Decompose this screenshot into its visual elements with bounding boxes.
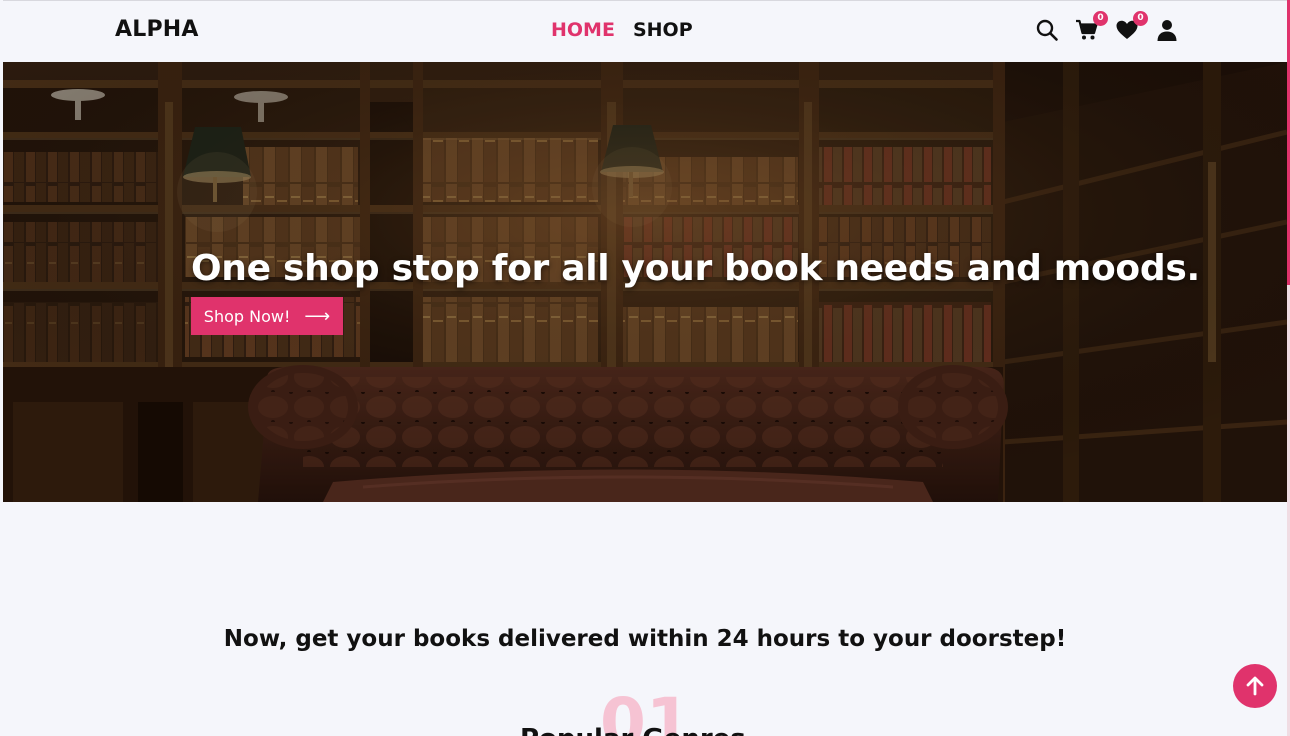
hero-title: One shop stop for all your book needs an…	[191, 248, 1200, 290]
user-icon[interactable]	[1155, 18, 1179, 42]
hero-banner: One shop stop for all your book needs an…	[3, 62, 1287, 502]
arrow-up-icon	[1246, 676, 1264, 696]
nav-shop-link[interactable]: SHOP	[633, 19, 693, 41]
shop-now-label: Shop Now!	[203, 306, 291, 326]
search-icon[interactable]	[1035, 18, 1059, 42]
nav-home-link[interactable]: HOME	[551, 19, 615, 41]
delivery-message: Now, get your books delivered within 24 …	[223, 626, 1067, 652]
nav-icons: 0 0	[1035, 11, 1179, 42]
cart-count-badge: 0	[1093, 11, 1108, 26]
heart-icon[interactable]: 0	[1115, 11, 1148, 42]
wishlist-count-badge: 0	[1133, 11, 1148, 26]
back-to-top-button[interactable]	[1233, 664, 1277, 708]
main-nav: HOME SHOP	[551, 19, 693, 41]
section-heading: Popular Genres	[520, 724, 746, 736]
arrow-right-icon: ⟶	[304, 305, 331, 327]
brand-logo[interactable]: ALPHA	[115, 17, 199, 42]
cart-icon[interactable]: 0	[1075, 11, 1108, 42]
shop-now-button[interactable]: Shop Now! ⟶	[191, 297, 343, 335]
navbar: ALPHA HOME SHOP 0 0	[3, 0, 1287, 62]
page: ALPHA HOME SHOP 0 0 One shop stop for al…	[0, 0, 1290, 736]
